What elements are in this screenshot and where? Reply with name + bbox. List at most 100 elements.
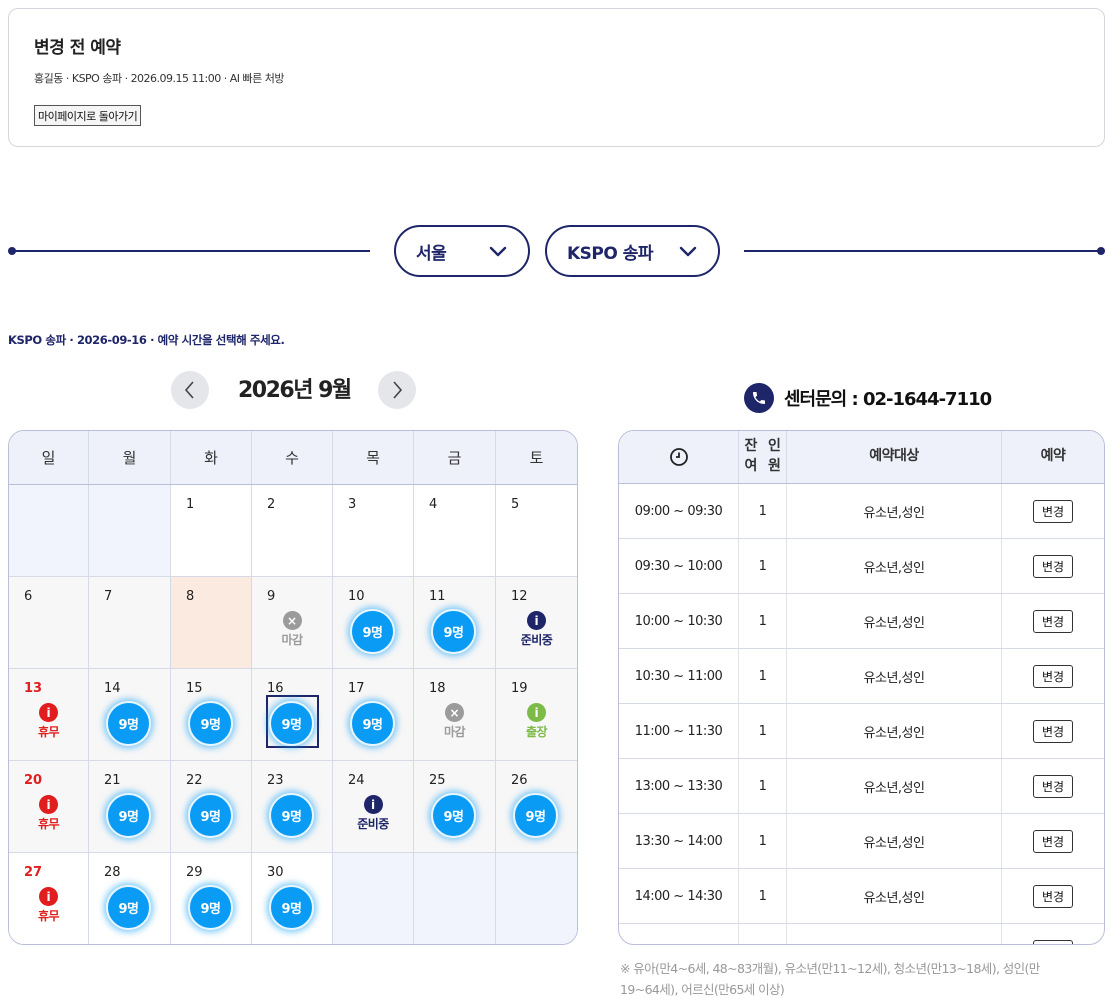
calendar-day-cell: 20 i 휴무 <box>9 761 89 853</box>
calendar-day-cell[interactable]: 15 9명 <box>171 669 252 761</box>
prev-month-button[interactable] <box>171 371 209 409</box>
day-status-label: 휴무 <box>37 725 60 739</box>
calendar: 일 월 화 수 목 금 토 1 2 3 4 5 6 7 8 9 × 마감 10 9명 11 9명 12 i 준비중… <box>8 430 578 945</box>
chevron-down-icon <box>679 246 697 257</box>
region-select[interactable]: 서울 <box>394 225 530 277</box>
day-number: 17 <box>348 681 365 696</box>
calendar-day-cell[interactable]: 11 9명 <box>414 577 496 669</box>
day-number: 25 <box>429 773 446 788</box>
selector-line-right <box>744 250 1100 252</box>
calendar-empty-cell <box>89 485 171 577</box>
info-circle-icon: i <box>527 611 546 630</box>
day-status: × 마감 <box>414 703 495 740</box>
change-button[interactable]: 변경 <box>1032 499 1074 523</box>
available-slot-badge[interactable]: 9명 <box>431 793 476 838</box>
action-cell: 변경 <box>1002 924 1104 944</box>
change-button[interactable]: 변경 <box>1032 939 1074 944</box>
day-number: 2 <box>267 497 276 512</box>
calendar-day-cell: 8 <box>171 577 252 669</box>
calendar-day-cell[interactable]: 10 9명 <box>333 577 414 669</box>
calendar-day-cell[interactable]: 25 9명 <box>414 761 496 853</box>
available-slot-badge[interactable]: 9명 <box>106 793 151 838</box>
region-select-label: 서울 <box>416 243 447 264</box>
change-button[interactable]: 변경 <box>1032 719 1074 743</box>
day-status-label: 휴무 <box>37 909 60 923</box>
calendar-day-cell: 12 i 준비중 <box>496 577 577 669</box>
day-number: 9 <box>267 589 276 604</box>
next-month-button[interactable] <box>378 371 416 409</box>
available-slot-badge[interactable]: 9명 <box>106 885 151 930</box>
calendar-day-cell: 5 <box>496 485 577 577</box>
calendar-day-cell[interactable]: 23 9명 <box>252 761 333 853</box>
day-status-label: 준비중 <box>357 817 389 831</box>
calendar-day-cell[interactable]: 14 9명 <box>89 669 171 761</box>
day-number: 24 <box>348 773 365 788</box>
calendar-day-cell[interactable]: 16 9명 <box>252 669 333 761</box>
available-slot-badge[interactable]: 9명 <box>350 609 395 654</box>
day-number: 20 <box>24 773 43 788</box>
available-slot-badge[interactable]: 9명 <box>188 885 233 930</box>
day-number: 22 <box>186 773 203 788</box>
available-slot-badge[interactable]: 9명 <box>269 885 314 930</box>
available-slot-badge[interactable]: 9명 <box>431 609 476 654</box>
available-slot-badge[interactable]: 9명 <box>513 793 558 838</box>
available-slot-badge[interactable]: 9명 <box>106 701 151 746</box>
time-cell: 13:00 ~ 13:30 <box>619 759 739 813</box>
target-cell: 유소년,성인 <box>787 484 1002 538</box>
center-select[interactable]: KSPO 송파 <box>545 225 720 277</box>
available-slot-badge[interactable]: 9명 <box>350 701 395 746</box>
change-button[interactable]: 변경 <box>1032 774 1074 798</box>
available-slot-badge[interactable]: 9명 <box>269 701 314 746</box>
change-button[interactable]: 변경 <box>1032 884 1074 908</box>
calendar-day-cell[interactable]: 21 9명 <box>89 761 171 853</box>
calendar-empty-cell <box>9 485 89 577</box>
change-button[interactable]: 변경 <box>1032 554 1074 578</box>
before-change-title: 변경 전 예약 <box>34 38 121 58</box>
calendar-day-cell[interactable]: 30 9명 <box>252 853 333 944</box>
target-cell: 유소년,성인 <box>787 649 1002 703</box>
day-status: i 출장 <box>496 703 577 740</box>
available-slot-badge[interactable]: 9명 <box>188 701 233 746</box>
day-number: 15 <box>186 681 203 696</box>
back-to-mypage-button[interactable]: 마이페이지로 돌아가기 <box>34 105 142 126</box>
weekday-label: 토 <box>529 449 544 467</box>
calendar-day-cell[interactable]: 29 9명 <box>171 853 252 944</box>
calendar-day-cell[interactable]: 22 9명 <box>171 761 252 853</box>
change-button[interactable]: 변경 <box>1032 609 1074 633</box>
info-circle-icon: i <box>527 703 546 722</box>
selector-line-left <box>12 250 370 252</box>
time-cell: 09:00 ~ 09:30 <box>619 484 739 538</box>
age-group-footnote: ※ 유아(만4~6세, 48~83개월), 유소년(만11~12세), 청소년(… <box>620 961 1040 998</box>
action-cell: 변경 <box>1002 539 1104 593</box>
day-number: 7 <box>104 589 113 604</box>
calendar-day-cell: 6 <box>9 577 89 669</box>
available-slot-badge[interactable]: 9명 <box>269 793 314 838</box>
day-number: 6 <box>24 589 33 604</box>
time-cell: 10:00 ~ 10:30 <box>619 594 739 648</box>
target-cell: 유소년,성인 <box>787 814 1002 868</box>
info-circle-icon: i <box>363 795 383 814</box>
calendar-day-cell[interactable]: 26 9명 <box>496 761 577 853</box>
calendar-day-cell[interactable]: 17 9명 <box>333 669 414 761</box>
weekday-label: 수 <box>252 431 333 484</box>
center-select-label: KSPO 송파 <box>567 243 654 264</box>
weekday-label: 금 <box>414 431 496 484</box>
day-number: 10 <box>348 589 365 604</box>
action-cell: 변경 <box>1002 594 1104 648</box>
remain-column-header: 잔여 인원 <box>739 431 787 483</box>
change-button[interactable]: 변경 <box>1032 664 1074 688</box>
calendar-empty-cell <box>414 853 496 944</box>
change-button[interactable]: 변경 <box>1032 829 1074 853</box>
time-cell: 14:30 ~ 15:00 <box>619 924 739 944</box>
calendar-day-cell[interactable]: 28 9명 <box>89 853 171 944</box>
action-cell: 변경 <box>1002 759 1104 813</box>
day-number: 13 <box>24 681 43 696</box>
table-row: 10:30 ~ 11:00 1 유소년,성인 변경 <box>619 649 1104 704</box>
day-number: 4 <box>429 497 438 512</box>
target-cell: 유소년,성인 <box>787 704 1002 758</box>
available-slot-badge[interactable]: 9명 <box>188 793 233 838</box>
day-number: 19 <box>511 681 528 696</box>
day-number: 18 <box>429 681 446 696</box>
target-cell: 유소년,성인 <box>787 594 1002 648</box>
month-title: 2026년 9월 <box>238 378 352 403</box>
